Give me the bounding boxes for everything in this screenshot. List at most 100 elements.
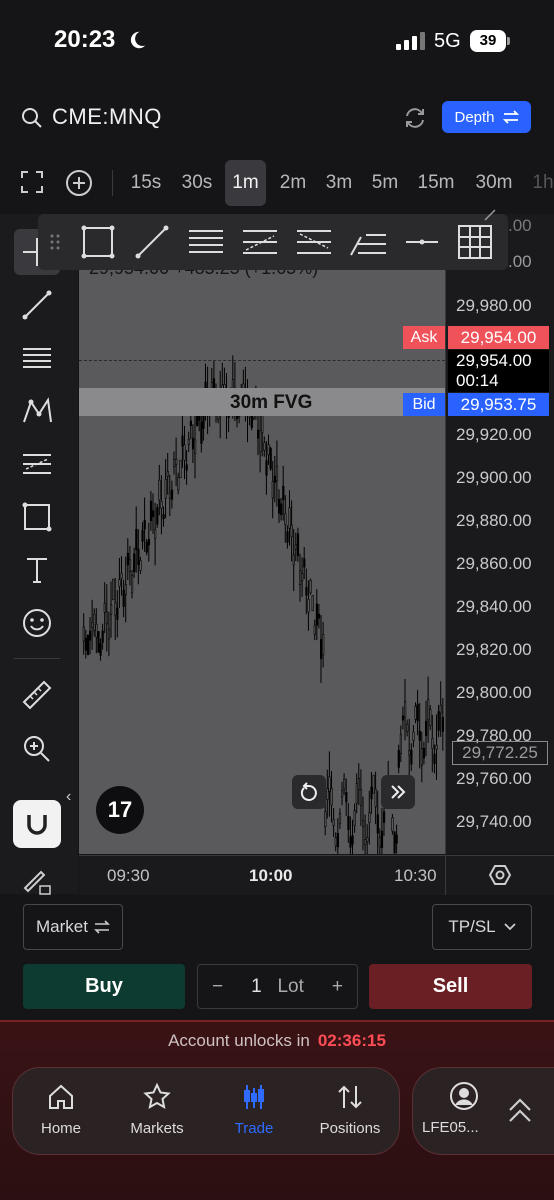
- candle-body: [338, 813, 342, 825]
- candle-body: [403, 701, 407, 718]
- double-chevron-right-icon: [391, 785, 406, 799]
- nav-trade[interactable]: Trade: [209, 1078, 299, 1148]
- decrement-button[interactable]: −: [212, 976, 223, 998]
- candle-body: [393, 831, 396, 854]
- positions-icon: [338, 1085, 362, 1109]
- search-icon[interactable]: [20, 106, 44, 130]
- quantity-stepper: − 1 Lot +: [197, 964, 358, 1009]
- emoji-tool[interactable]: [14, 600, 60, 646]
- candle-body: [257, 429, 260, 439]
- last-price: 29,954.00: [456, 351, 532, 370]
- battery-icon: 39: [470, 30, 506, 52]
- fib-retracement-icon[interactable]: [240, 222, 280, 262]
- candle-body: [286, 531, 289, 543]
- tab-3m[interactable]: 3m: [320, 160, 358, 206]
- lock-draw-tool[interactable]: [14, 856, 60, 902]
- quantity-unit: Lot: [277, 975, 304, 997]
- tab-5m[interactable]: 5m: [366, 160, 404, 206]
- candle-body: [97, 631, 100, 653]
- price-tick: 29,840.00: [456, 597, 532, 616]
- parallel-channel-icon[interactable]: [186, 222, 226, 262]
- chart-canvas[interactable]: [79, 214, 445, 854]
- tpsl-label: TP/SL: [448, 917, 496, 936]
- depth-button[interactable]: Depth: [442, 101, 531, 133]
- tpsl-select[interactable]: TP/SL: [432, 904, 532, 950]
- candle-body: [292, 554, 295, 566]
- rectangle-icon: [22, 502, 52, 532]
- candle-body: [303, 558, 306, 568]
- tab-2m[interactable]: 2m: [274, 160, 312, 206]
- refresh-icon[interactable]: [402, 105, 428, 131]
- fib-tool[interactable]: [14, 335, 60, 381]
- candle-body: [336, 833, 340, 848]
- rectangle-draw-icon[interactable]: [78, 222, 118, 262]
- collapse-toolbar-icon[interactable]: ‹: [66, 788, 71, 806]
- chevron-down-icon: [503, 923, 516, 931]
- text-tool[interactable]: [14, 547, 60, 593]
- candle-body: [284, 513, 287, 525]
- increment-button[interactable]: +: [332, 976, 343, 998]
- candle-body: [424, 720, 428, 736]
- candle-body: [181, 435, 184, 447]
- order-type-select[interactable]: Market: [23, 904, 123, 950]
- nav-home[interactable]: Home: [16, 1078, 106, 1148]
- sell-button[interactable]: Sell: [369, 964, 532, 1009]
- symbol-title[interactable]: CME:MNQ: [52, 104, 162, 130]
- candle-body: [322, 634, 325, 656]
- candle-body: [143, 519, 146, 530]
- nav-positions[interactable]: Positions: [305, 1078, 395, 1148]
- buy-button[interactable]: Buy: [23, 964, 185, 1009]
- candle-body: [95, 623, 98, 638]
- candle-body: [86, 634, 90, 656]
- scroll-to-realtime-button[interactable]: [381, 775, 415, 809]
- forecast-tool[interactable]: [14, 441, 60, 487]
- trendline-tool[interactable]: [14, 282, 60, 328]
- candle-body: [366, 837, 369, 842]
- candle-body: [349, 836, 352, 848]
- double-chevron-up-icon[interactable]: [506, 1096, 534, 1126]
- quantity-number: 1: [251, 975, 262, 997]
- tab-15s[interactable]: 15s: [124, 160, 168, 206]
- candle-body: [133, 553, 136, 572]
- fvg-label: 30m FVG: [230, 392, 313, 413]
- candle-body: [103, 602, 106, 613]
- candle-body: [145, 541, 148, 553]
- nav-markets[interactable]: Markets: [112, 1078, 202, 1148]
- candle-body: [313, 624, 316, 635]
- trendline-draw-icon[interactable]: [132, 222, 172, 262]
- fib-extension-icon[interactable]: [294, 222, 334, 262]
- tab-1m[interactable]: 1m: [225, 160, 266, 206]
- close-toolbar-icon[interactable]: [482, 207, 498, 223]
- tab-30s[interactable]: 30s: [176, 160, 218, 206]
- candle-body: [202, 415, 205, 429]
- tab-15m[interactable]: 15m: [412, 160, 460, 206]
- candle-body: [152, 510, 155, 518]
- candle-body: [351, 835, 354, 845]
- zoom-tool[interactable]: [14, 726, 60, 772]
- candle-body: [380, 830, 384, 848]
- tab-1h[interactable]: 1h: [528, 160, 554, 206]
- horizontal-line-icon[interactable]: [402, 222, 442, 262]
- candle-body: [156, 507, 159, 525]
- magnet-tool[interactable]: [13, 800, 61, 848]
- rectangle-tool[interactable]: [14, 494, 60, 540]
- candle-body: [271, 480, 274, 499]
- pattern-tool[interactable]: [14, 388, 60, 434]
- candle-body: [397, 750, 400, 768]
- candle-body: [280, 503, 283, 516]
- candle-body: [340, 790, 344, 798]
- candle-body: [99, 643, 102, 656]
- quantity-value[interactable]: 1 Lot: [251, 976, 304, 998]
- ruler-tool[interactable]: [14, 672, 60, 718]
- drag-handle-icon[interactable]: [48, 232, 62, 252]
- candle-body: [107, 628, 111, 640]
- chart-settings-icon[interactable]: [487, 862, 513, 888]
- candle-body: [177, 476, 180, 491]
- price-tick: 29,760.00: [456, 769, 532, 788]
- tab-30m[interactable]: 30m: [468, 160, 520, 206]
- grid-icon[interactable]: [455, 222, 495, 262]
- candle-body: [101, 630, 104, 643]
- reset-chart-button[interactable]: [292, 775, 326, 809]
- smiley-icon: [23, 609, 51, 637]
- pitchfork-icon[interactable]: [348, 222, 388, 262]
